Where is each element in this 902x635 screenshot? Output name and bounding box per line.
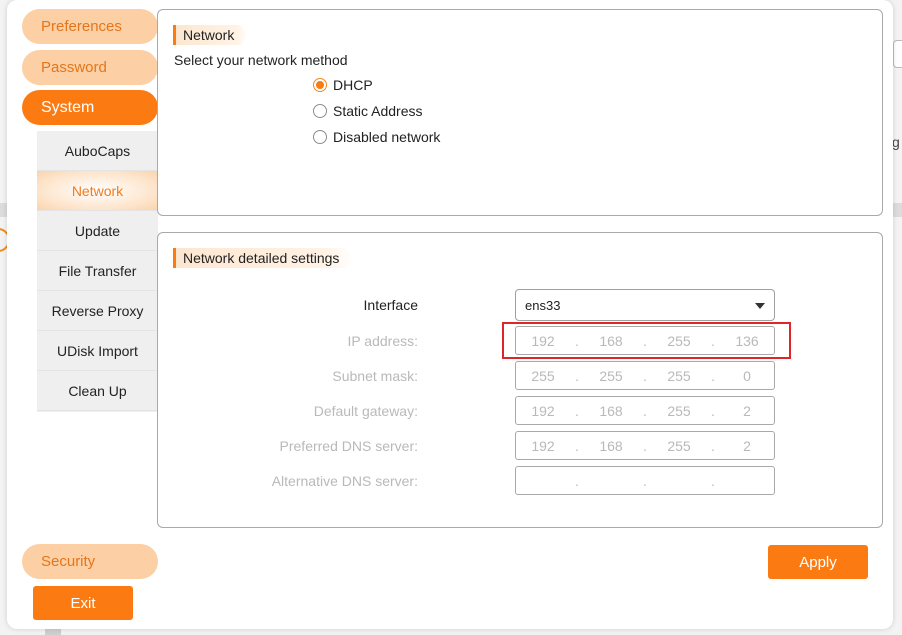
radio-static-address[interactable]: Static Address (313, 103, 423, 119)
radio-dhcp[interactable]: DHCP (313, 77, 373, 93)
network-method-panel: Network Select your network method DHCP … (157, 9, 883, 216)
radio-disabled-network[interactable]: Disabled network (313, 129, 440, 145)
radio-static-label: Static Address (333, 103, 423, 119)
ip-dot: . (711, 472, 715, 489)
subnet-octet[interactable]: 255 (516, 368, 570, 384)
alternative-dns-label: Alternative DNS server: (271, 473, 418, 489)
radio-static-indicator[interactable] (313, 104, 327, 118)
exit-button[interactable]: Exit (33, 586, 133, 620)
nav-preferences[interactable]: Preferences (22, 9, 158, 44)
background-partial-text: g (892, 134, 900, 150)
network-method-label: Select your network method (174, 52, 348, 68)
subnet-octet[interactable]: 255 (584, 368, 638, 384)
radio-dhcp-indicator[interactable] (313, 78, 327, 92)
radio-disabled-label: Disabled network (333, 129, 441, 145)
preferred-dns-label: Preferred DNS server: (279, 438, 418, 454)
ip-dot: . (711, 402, 715, 419)
subnet-mask-field[interactable]: 255. 255. 255. 0 (515, 361, 775, 390)
ip-dot: . (575, 402, 579, 419)
radio-disabled-indicator[interactable] (313, 130, 327, 144)
ip-dot: . (643, 437, 647, 454)
subnet-octet[interactable]: 255 (652, 368, 706, 384)
subnav-item-clean-up[interactable]: Clean Up (37, 371, 158, 411)
chevron-down-icon (755, 303, 765, 309)
ip-dot: . (643, 402, 647, 419)
network-details-panel: Network detailed settings Interface ens3… (157, 232, 883, 528)
gateway-label: Default gateway: (313, 403, 418, 419)
interface-value: ens33 (525, 297, 561, 313)
subnet-octet[interactable]: 0 (720, 368, 774, 384)
subnav-item-file-transfer[interactable]: File Transfer (37, 251, 158, 291)
interface-select[interactable]: ens33 (515, 289, 775, 321)
dns1-octet[interactable]: 2 (720, 438, 774, 454)
ip-dot: . (643, 367, 647, 384)
nav-security[interactable]: Security (22, 544, 158, 579)
gateway-field[interactable]: 192. 168. 255. 2 (515, 396, 775, 425)
preferred-dns-field[interactable]: 192. 168. 255. 2 (515, 431, 775, 460)
interface-label: Interface (363, 297, 418, 313)
subnav-item-reverse-proxy[interactable]: Reverse Proxy (37, 291, 158, 331)
nav-password[interactable]: Password (22, 50, 158, 85)
ip-dot: . (575, 437, 579, 454)
dns1-octet[interactable]: 255 (652, 438, 706, 454)
background-input (893, 40, 902, 68)
apply-button[interactable]: Apply (768, 545, 868, 579)
ip-dot: . (575, 472, 579, 489)
subnet-mask-label: Subnet mask: (332, 368, 418, 384)
details-section-title: Network detailed settings (173, 248, 353, 268)
gateway-octet[interactable]: 168 (584, 403, 638, 419)
settings-dialog: Preferences Password System AuboCaps Net… (7, 0, 893, 629)
subnav-item-udisk-import[interactable]: UDisk Import (37, 331, 158, 371)
nav-system[interactable]: System (22, 90, 158, 125)
subnav-item-update[interactable]: Update (37, 211, 158, 251)
ip-dot: . (643, 472, 647, 489)
subnav-item-aubocaps[interactable]: AuboCaps (37, 131, 158, 171)
gateway-octet[interactable]: 2 (720, 403, 774, 419)
subnav-item-network[interactable]: Network (37, 171, 158, 211)
dns1-octet[interactable]: 168 (584, 438, 638, 454)
ip-address-highlight-box (502, 322, 791, 359)
dns1-octet[interactable]: 192 (516, 438, 570, 454)
ip-address-label: IP address: (347, 333, 418, 349)
gateway-octet[interactable]: 192 (516, 403, 570, 419)
ip-dot: . (575, 367, 579, 384)
alternative-dns-field[interactable]: . . . (515, 466, 775, 495)
radio-dhcp-label: DHCP (333, 77, 373, 93)
system-subnav: AuboCaps Network Update File Transfer Re… (37, 131, 158, 412)
ip-dot: . (711, 367, 715, 384)
ip-dot: . (711, 437, 715, 454)
network-section-title: Network (173, 25, 248, 45)
gateway-octet[interactable]: 255 (652, 403, 706, 419)
